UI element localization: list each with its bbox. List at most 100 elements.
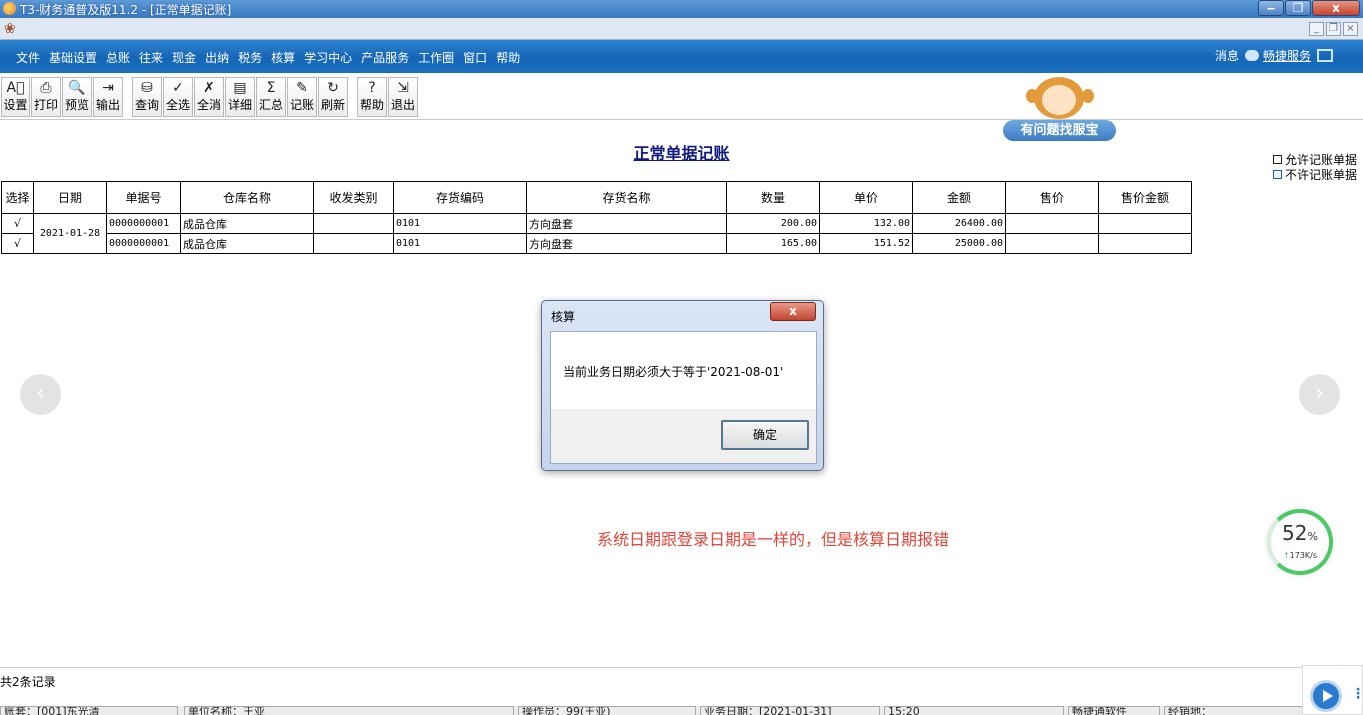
export-label: 输出 bbox=[95, 98, 120, 112]
detail-icon: ▤ bbox=[233, 80, 247, 96]
menu-window[interactable]: 窗口 bbox=[463, 49, 487, 66]
sale-amount-cell bbox=[1098, 233, 1192, 254]
mdi-close-button[interactable]: × bbox=[1343, 22, 1358, 36]
col-amount[interactable]: 金额 bbox=[912, 181, 1006, 214]
select-all-label: 全选 bbox=[165, 98, 190, 112]
deselect-all-button[interactable]: ✗ 全消 bbox=[194, 77, 224, 117]
ok-button[interactable]: 确定 bbox=[721, 420, 809, 450]
post-icon: ✎ bbox=[296, 80, 308, 96]
white-square-icon bbox=[1273, 155, 1282, 164]
menu-tax[interactable]: 税务 bbox=[238, 49, 262, 66]
item-code-cell: 0101 bbox=[393, 213, 527, 234]
status-business-date: 业务日期：[2021-01-31] bbox=[700, 706, 880, 715]
item-name-cell: 方向盘套 bbox=[526, 213, 727, 234]
dialog-close-button[interactable]: x bbox=[770, 302, 816, 321]
refresh-button[interactable]: ↻ 刷新 bbox=[318, 77, 348, 117]
col-warehouse[interactable]: 仓库名称 bbox=[180, 181, 314, 214]
status-bar: 账套：[001]东光清 单位名称：王亚 操作员：99(王亚) 业务日期：[202… bbox=[0, 706, 1363, 715]
status-vendor: 畅捷通软件 bbox=[1068, 706, 1160, 715]
legend-not-allowed: 不许记账单据 bbox=[1273, 166, 1357, 183]
col-unit-price[interactable]: 单价 bbox=[819, 181, 913, 214]
unit-price-cell: 151.52 bbox=[819, 233, 913, 254]
menu-learning-center[interactable]: 学习中心 bbox=[304, 49, 352, 66]
col-io-type[interactable]: 收发类别 bbox=[313, 181, 394, 214]
exit-icon: ⇲ bbox=[397, 80, 409, 96]
summary-icon: Σ bbox=[266, 80, 276, 96]
status-time: 15:20 bbox=[884, 706, 1064, 715]
menu-cash[interactable]: 现金 bbox=[172, 49, 196, 66]
warehouse-cell: 成品仓库 bbox=[180, 233, 314, 254]
help-icon: ? bbox=[368, 80, 376, 96]
next-arrow-icon[interactable]: › bbox=[1299, 374, 1340, 415]
maximize-button[interactable]: ❐ bbox=[1285, 0, 1311, 16]
col-item-code[interactable]: 存货编码 bbox=[393, 181, 527, 214]
settings-label: 设置 bbox=[3, 98, 28, 112]
table-header-row: 选择 日期 单据号 仓库名称 收发类别 存货编码 存货名称 数量 单价 金额 售… bbox=[1, 181, 1192, 214]
io-type-cell bbox=[313, 233, 394, 254]
monkey-mascot-icon[interactable] bbox=[1024, 75, 1094, 125]
menu-help[interactable]: 帮助 bbox=[496, 49, 520, 66]
chat-bubble-icon[interactable] bbox=[1244, 50, 1259, 61]
export-button[interactable]: ⇥ 输出 bbox=[93, 77, 123, 117]
close-button[interactable]: x bbox=[1312, 0, 1360, 16]
prev-arrow-icon[interactable]: ‹ bbox=[20, 374, 61, 415]
network-speed-widget[interactable]: 52% ↑173K/s bbox=[1267, 509, 1333, 575]
preview-button[interactable]: 🔍 预览 bbox=[62, 77, 92, 117]
col-sale-amount[interactable]: 售价金额 bbox=[1098, 181, 1192, 214]
voucher-table: 选择 日期 单据号 仓库名称 收发类别 存货编码 存货名称 数量 单价 金额 售… bbox=[1, 181, 1192, 254]
warehouse-cell: 成品仓库 bbox=[180, 213, 314, 234]
menu-product-services[interactable]: 产品服务 bbox=[361, 49, 409, 66]
col-doc-no[interactable]: 单据号 bbox=[106, 181, 181, 214]
more-menu-icon[interactable]: ⋮ bbox=[1351, 686, 1363, 702]
settings-button[interactable]: A⃞ 设置 bbox=[1, 77, 30, 117]
service-link[interactable]: 畅捷服务 bbox=[1263, 47, 1311, 64]
select-cell[interactable]: √ bbox=[1, 233, 34, 254]
quantity-cell: 200.00 bbox=[726, 213, 820, 234]
sale-price-cell bbox=[1005, 213, 1099, 234]
select-cell[interactable]: √ bbox=[1, 213, 34, 234]
menu-accounting[interactable]: 核算 bbox=[271, 49, 295, 66]
exit-button[interactable]: ⇲ 退出 bbox=[388, 77, 418, 117]
menu-accounts[interactable]: 往来 bbox=[139, 49, 163, 66]
exit-label: 退出 bbox=[390, 98, 415, 112]
mdi-bar: ❀ _ ❐ × bbox=[0, 18, 1363, 40]
col-quantity[interactable]: 数量 bbox=[726, 181, 820, 214]
detail-button[interactable]: ▤ 详细 bbox=[225, 77, 255, 117]
col-date[interactable]: 日期 bbox=[33, 181, 107, 214]
minimize-button[interactable]: ‒ bbox=[1258, 0, 1284, 16]
table-row[interactable]: √ 0000000001 成品仓库 0101 方向盘套 165.00 151.5… bbox=[1, 233, 1192, 254]
printer-icon: ⎙ bbox=[40, 80, 52, 96]
mdi-minimize-button[interactable]: _ bbox=[1309, 22, 1324, 36]
messages-link[interactable]: 消息 bbox=[1215, 47, 1239, 64]
service-icon[interactable] bbox=[1317, 49, 1333, 62]
menu-file[interactable]: 文件 bbox=[16, 49, 40, 66]
print-button[interactable]: ⎙ 打印 bbox=[31, 77, 61, 117]
menu-bar: 文件 基础设置 总账 往来 现金 出纳 税务 核算 学习中心 产品服务 工作圈 … bbox=[0, 40, 1363, 73]
status-account-set: 账套：[001]东光清 bbox=[0, 706, 178, 715]
player-widget[interactable]: ⋮ bbox=[1302, 665, 1363, 715]
page-title: 正常单据记账 bbox=[633, 144, 730, 163]
play-icon[interactable] bbox=[1310, 680, 1342, 712]
document-icon[interactable]: ❀ bbox=[4, 21, 20, 37]
mdi-restore-button[interactable]: ❐ bbox=[1326, 22, 1341, 36]
summary-button[interactable]: Σ 汇总 bbox=[256, 77, 286, 117]
menu-basic-settings[interactable]: 基础设置 bbox=[49, 49, 97, 66]
speed-rate-value: 173K/s bbox=[1289, 551, 1318, 560]
amount-cell: 25000.00 bbox=[912, 233, 1006, 254]
help-badge[interactable]: 有问题找服宝 bbox=[1003, 120, 1116, 141]
select-all-button[interactable]: ✓ 全选 bbox=[163, 77, 193, 117]
col-select[interactable]: 选择 bbox=[1, 181, 34, 214]
app-icon bbox=[3, 2, 16, 15]
col-sale-price[interactable]: 售价 bbox=[1005, 181, 1099, 214]
menu-cashier[interactable]: 出纳 bbox=[205, 49, 229, 66]
summary-label: 汇总 bbox=[258, 98, 283, 112]
speed-percent-unit: % bbox=[1307, 530, 1318, 543]
col-item-name[interactable]: 存货名称 bbox=[526, 181, 727, 214]
help-button[interactable]: ? 帮助 bbox=[357, 77, 387, 117]
menu-workgroup[interactable]: 工作圈 bbox=[418, 49, 454, 66]
menu-general-ledger[interactable]: 总账 bbox=[106, 49, 130, 66]
binoculars-icon: ⛁ bbox=[141, 80, 153, 96]
table-row[interactable]: √ 2021-01-28 0000000001 成品仓库 0101 方向盘套 2… bbox=[1, 213, 1192, 254]
post-button[interactable]: ✎ 记账 bbox=[287, 77, 317, 117]
query-button[interactable]: ⛁ 查询 bbox=[132, 77, 162, 117]
